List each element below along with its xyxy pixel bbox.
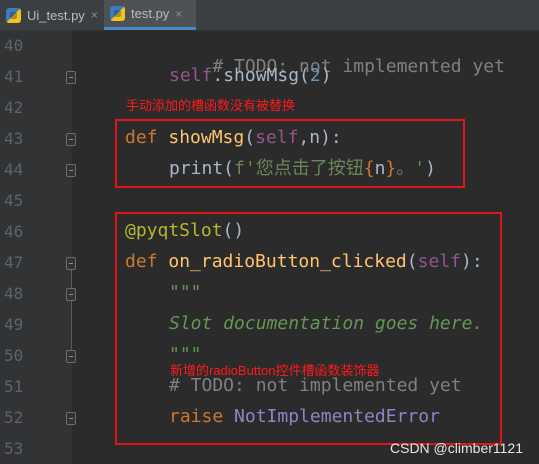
tab-ui-test-py[interactable]: Ui_test.py × — [0, 0, 104, 30]
line-number: 51 — [4, 377, 24, 396]
line-number: 41 — [4, 67, 24, 86]
line-number: 53 — [4, 439, 24, 458]
line-number: 46 — [4, 222, 24, 241]
number-token: 2 — [309, 65, 321, 86]
line-number: 42 — [4, 98, 24, 117]
tab-label: test.py — [131, 6, 170, 21]
line-number: 44 — [4, 160, 24, 179]
close-icon[interactable]: × — [91, 8, 98, 22]
highlight-box — [115, 212, 502, 445]
watermark: CSDN @climber1121 — [390, 440, 523, 456]
line-number-gutter: 40 41 42 43 44 45 46 47 48 49 50 51 52 5… — [0, 31, 76, 464]
editor-tab-bar: Ui_test.py × test.py × — [0, 0, 539, 31]
line-number: 48 — [4, 284, 24, 303]
call-token: .showMsg( — [212, 65, 310, 86]
line-number: 40 — [4, 36, 24, 55]
line-number: 49 — [4, 315, 24, 334]
line-number: 52 — [4, 408, 24, 427]
line-number: 45 — [4, 191, 24, 210]
highlight-box — [115, 119, 465, 188]
tab-test-py[interactable]: test.py × — [104, 0, 196, 30]
line-number: 50 — [4, 346, 24, 365]
python-file-icon — [110, 6, 125, 21]
tab-label: Ui_test.py — [27, 7, 85, 23]
line-number: 43 — [4, 129, 24, 148]
code-line-41: self.showMsg(2) — [169, 65, 332, 87]
close-icon[interactable]: × — [175, 7, 182, 21]
line-number: 47 — [4, 253, 24, 272]
annotation-note: 手动添加的槽函数没有被替换 — [126, 98, 296, 113]
paren-token: ) — [320, 65, 332, 86]
self-token: self — [169, 65, 213, 86]
python-file-icon — [6, 7, 21, 23]
